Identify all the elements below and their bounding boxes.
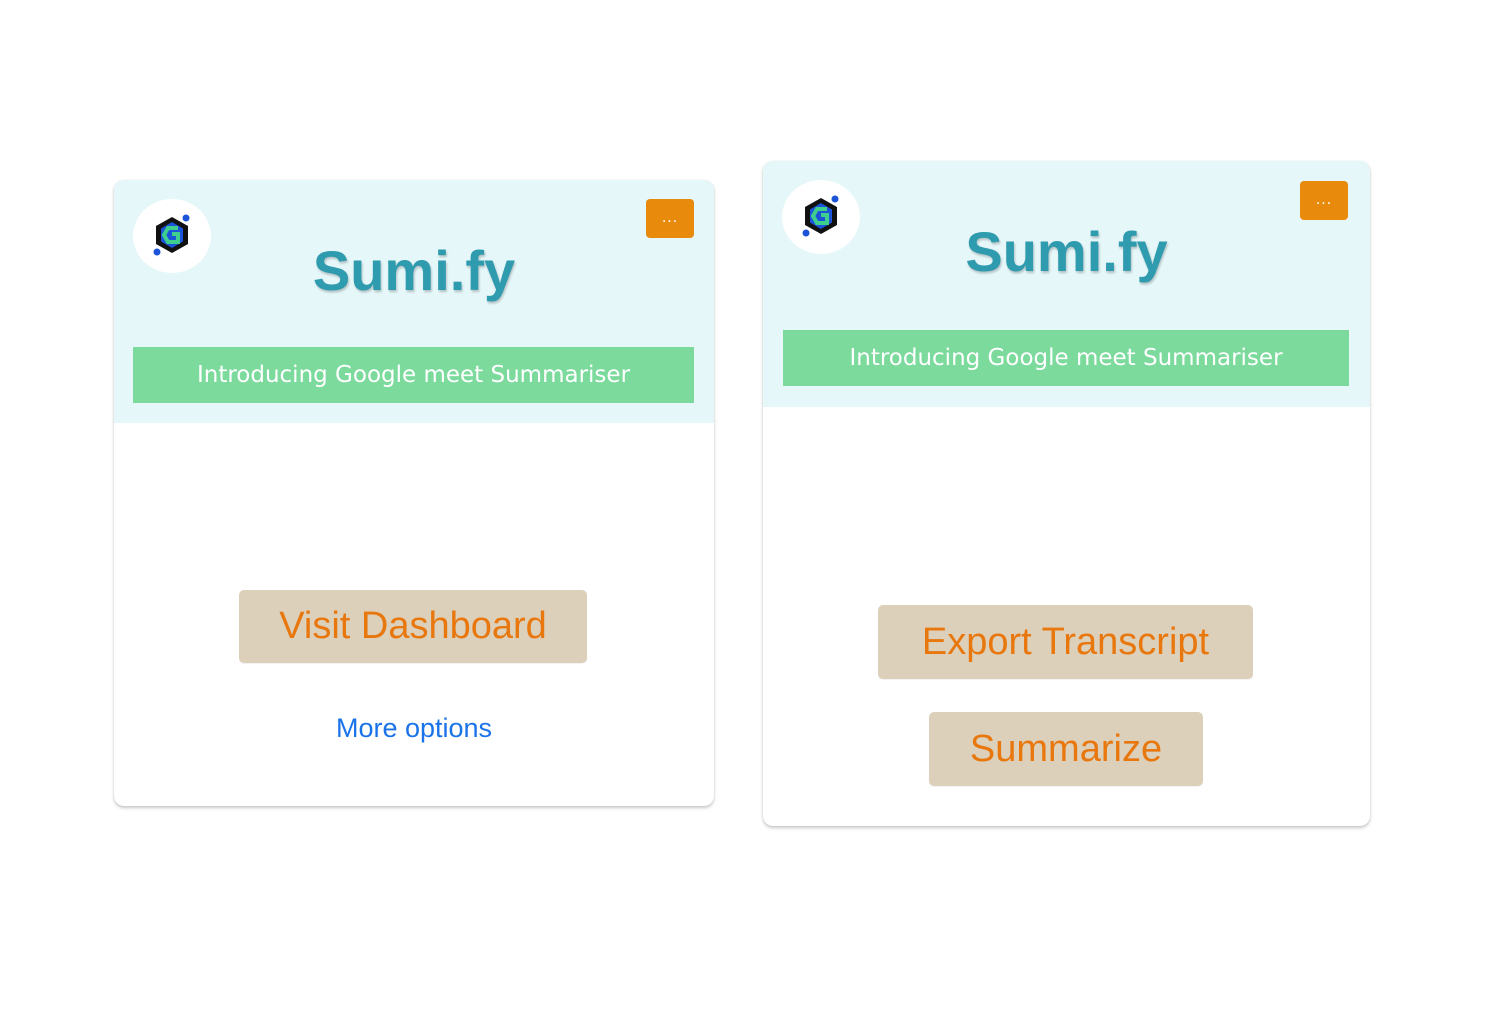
menu-button[interactable]: ... — [646, 199, 694, 238]
card-header: ... Sumi.fy Introducing Google meet Summ… — [114, 180, 714, 423]
sumify-popup-card-meeting: ... Sumi.fy Introducing Google meet Summ… — [763, 161, 1370, 826]
sumify-popup-card-dashboard: ... Sumi.fy Introducing Google meet Summ… — [114, 180, 714, 806]
menu-button[interactable]: ... — [1300, 181, 1348, 220]
brand-title: Sumi.fy — [965, 220, 1168, 283]
export-transcript-button[interactable]: Export Transcript — [878, 605, 1253, 679]
intro-banner: Introducing Google meet Summariser — [783, 330, 1349, 386]
summarize-button[interactable]: Summarize — [929, 712, 1203, 786]
visit-dashboard-button[interactable]: Visit Dashboard — [239, 590, 587, 663]
card-header: ... Sumi.fy Introducing Google meet Summ… — [763, 161, 1370, 407]
brand-title: Sumi.fy — [312, 239, 516, 302]
intro-banner: Introducing Google meet Summariser — [133, 347, 694, 403]
more-options-link[interactable]: More options — [114, 713, 714, 744]
